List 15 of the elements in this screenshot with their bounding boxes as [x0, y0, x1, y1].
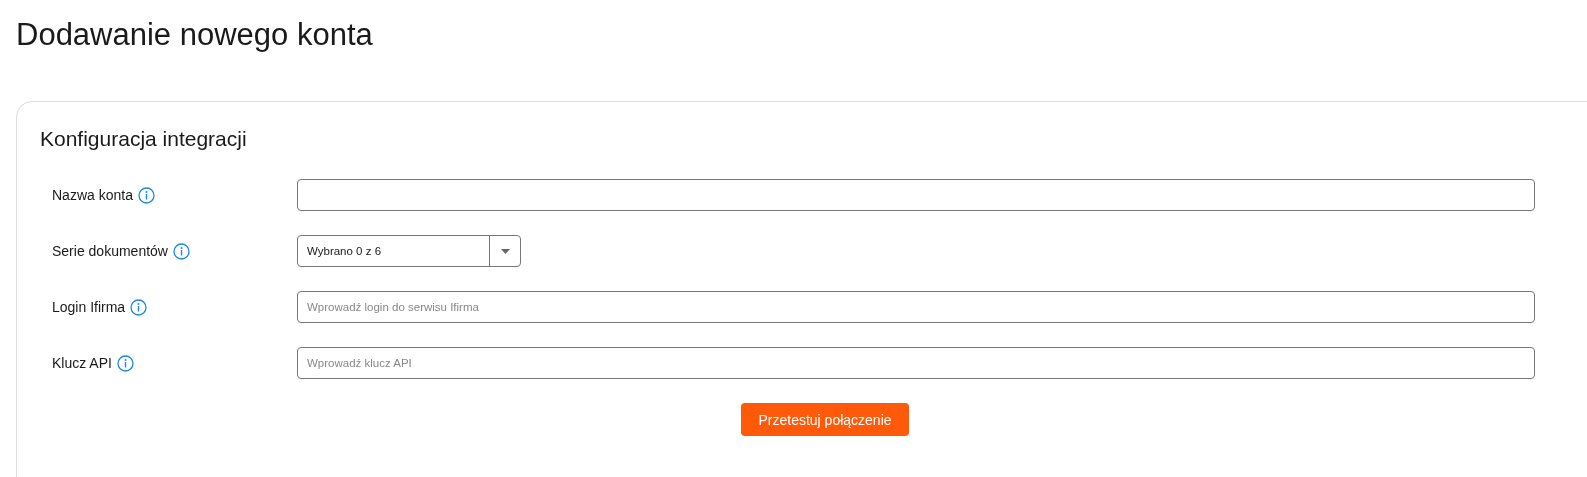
- info-icon[interactable]: [130, 298, 148, 316]
- select-field[interactable]: Wybrano 0 z 6: [297, 235, 521, 267]
- field-label: Klucz API: [52, 355, 112, 371]
- input-field[interactable]: Wprowadź klucz API: [297, 347, 1535, 379]
- section-title: Konfiguracja integracji: [40, 126, 248, 152]
- field-label: Nazwa konta: [52, 187, 133, 203]
- input-field[interactable]: Wprowadź login do serwisu Ifirma: [297, 291, 1535, 323]
- info-icon[interactable]: [116, 354, 134, 372]
- info-icon[interactable]: [137, 186, 155, 204]
- input-field[interactable]: [297, 179, 1535, 211]
- info-icon[interactable]: [172, 242, 190, 260]
- page-title: Dodawanie nowego konta: [16, 16, 374, 54]
- caret-icon: [500, 248, 510, 254]
- field-label: Login Ifirma: [52, 299, 126, 315]
- field-label: Serie dokumentów: [52, 243, 168, 259]
